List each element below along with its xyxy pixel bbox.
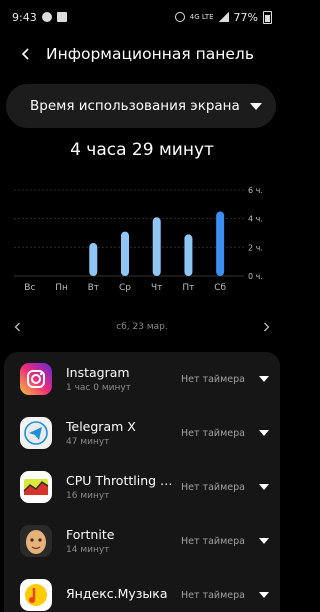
- total-usage: 4 часа 29 минут: [70, 140, 214, 160]
- caret-down-icon: [258, 592, 269, 598]
- usage-bar[interactable]: [152, 217, 161, 276]
- battery-percent: 77%: [233, 10, 258, 24]
- timer-label: Нет таймера: [181, 481, 245, 493]
- usage-bar[interactable]: [89, 243, 98, 276]
- status-bar: 9:43 4G LTE 77%: [0, 0, 284, 34]
- app-header: Информационная панель: [0, 34, 284, 74]
- app-usage-time: 16 минут: [66, 491, 110, 501]
- app-timer-dropdown[interactable]: Нет таймера: [181, 568, 269, 612]
- y-tick-label: 0 ч.: [248, 272, 263, 281]
- cpu-throttling-icon: [20, 471, 52, 503]
- x-tick-label: Пт: [182, 283, 194, 293]
- timer-label: Нет таймера: [181, 427, 245, 439]
- selected-date: сб, 23 мар.: [116, 322, 168, 332]
- chevron-left-icon: [21, 48, 29, 60]
- app-timer-dropdown[interactable]: Нет таймера: [181, 406, 269, 460]
- app-timer-dropdown[interactable]: Нет таймера: [181, 460, 269, 514]
- chevron-left-icon: [14, 322, 20, 332]
- timer-label: Нет таймера: [181, 373, 245, 385]
- dropdown-label: Время использования экрана: [30, 98, 240, 114]
- fortnite-icon: [20, 525, 52, 557]
- app-usage-time: 14 минут: [66, 545, 110, 555]
- usage-bar[interactable]: [121, 231, 129, 276]
- usage-type-dropdown[interactable]: Время использования экрана: [6, 84, 276, 128]
- timer-label: Нет таймера: [181, 589, 245, 601]
- caret-down-icon: [258, 376, 269, 382]
- app-name: Telegram X: [66, 419, 136, 434]
- app-timer-dropdown[interactable]: Нет таймера: [181, 352, 269, 406]
- app-usage-time: 1 час 0 минут: [66, 383, 131, 393]
- app-name: Instagram: [66, 365, 130, 380]
- list-item[interactable]: Telegram X 47 минут Нет таймера: [4, 406, 280, 460]
- gallery-notification-icon: [56, 12, 67, 22]
- app-timer-dropdown[interactable]: Нет таймера: [181, 514, 269, 568]
- app-name: Fortnite: [66, 527, 115, 542]
- caret-down-icon: [258, 430, 269, 436]
- yandex-music-icon: [20, 579, 52, 611]
- telegram-notification-icon: [41, 12, 52, 22]
- caret-down-icon: [258, 484, 269, 490]
- x-tick-label: Ср: [119, 283, 131, 293]
- usage-bar[interactable]: [184, 234, 193, 276]
- chevron-right-icon: [264, 322, 270, 332]
- usage-bar[interactable]: [216, 211, 225, 277]
- x-tick-label: Сб: [214, 283, 226, 293]
- telegram-icon: [20, 417, 52, 449]
- network-type: 4G LTE: [189, 13, 214, 21]
- app-usage-list: Instagram 1 час 0 минут Нет таймера Tele…: [4, 352, 280, 612]
- mute-icon: [174, 12, 185, 22]
- caret-down-icon: [258, 538, 269, 544]
- usage-chart: 0 ч. 2 ч. 4 ч. 6 ч. Вс Пн Вт Ср Чт Пт Сб: [0, 180, 284, 300]
- timer-label: Нет таймера: [181, 535, 245, 547]
- page-title: Информационная панель: [46, 45, 254, 63]
- signal-icon: [218, 12, 229, 22]
- x-tick-label: Чт: [151, 283, 162, 293]
- list-item[interactable]: CPU Throttling Test 16 минут Нет таймера: [4, 460, 280, 514]
- app-name: CPU Throttling Test: [66, 473, 174, 488]
- battery-icon: [263, 10, 272, 24]
- x-tick-label: Вт: [88, 283, 99, 293]
- x-tick-label: Пн: [55, 283, 68, 293]
- instagram-icon: [20, 363, 52, 395]
- status-time: 9:43: [12, 10, 37, 24]
- app-name: Яндекс.Музыка: [66, 586, 168, 601]
- x-tick-label: Вс: [24, 283, 35, 293]
- back-button[interactable]: [8, 36, 44, 72]
- app-usage-time: 47 минут: [66, 437, 110, 447]
- usage-chart-svg: 0 ч. 2 ч. 4 ч. 6 ч. Вс Пн Вт Ср Чт Пт Сб: [14, 186, 263, 293]
- y-tick-label: 2 ч.: [248, 243, 263, 252]
- list-item[interactable]: Яндекс.Музыка Нет таймера: [4, 568, 280, 612]
- previous-day-button[interactable]: [0, 314, 36, 340]
- list-item[interactable]: Fortnite 14 минут Нет таймера: [4, 514, 280, 568]
- y-tick-label: 6 ч.: [248, 186, 263, 195]
- y-tick-label: 4 ч.: [248, 215, 263, 224]
- date-navigation: сб, 23 мар.: [0, 314, 284, 340]
- caret-down-icon: [249, 102, 262, 110]
- list-item[interactable]: Instagram 1 час 0 минут Нет таймера: [4, 352, 280, 406]
- next-day-button[interactable]: [248, 314, 284, 340]
